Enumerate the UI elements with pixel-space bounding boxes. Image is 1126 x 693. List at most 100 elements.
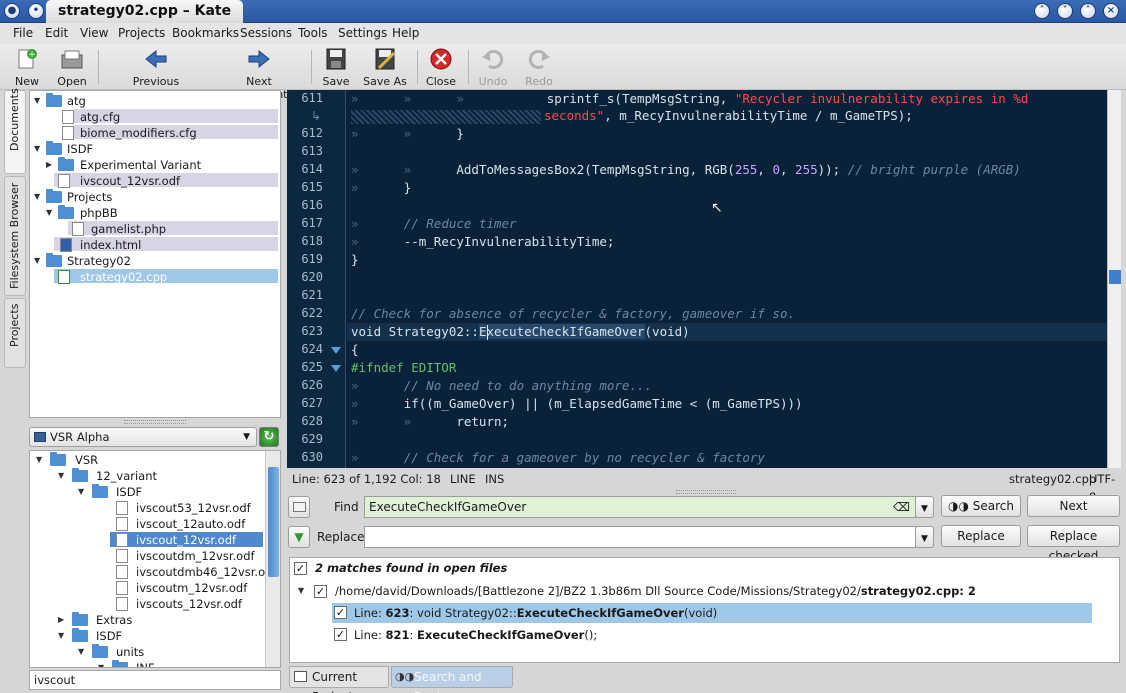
- collapse-arrow-icon[interactable]: ▶: [46, 157, 52, 173]
- save-button[interactable]: Save: [320, 48, 352, 88]
- fs-scrollbar[interactable]: [265, 451, 280, 667]
- next-button[interactable]: Next: [1027, 495, 1120, 517]
- new-button[interactable]: + New: [12, 48, 42, 88]
- window-keep-above-button[interactable]: ˄: [1034, 3, 1050, 19]
- save-as-button[interactable]: Save As: [362, 48, 408, 88]
- file-result-checkbox[interactable]: ✓: [314, 585, 327, 598]
- search-button[interactable]: ◑◑ Search: [941, 495, 1021, 517]
- fold-marker-icon[interactable]: [331, 347, 341, 354]
- collapse-arrow-icon[interactable]: ▼: [298, 586, 304, 595]
- tree-item[interactable]: ▼ ISDF: [30, 141, 280, 157]
- clear-text-icon[interactable]: ⌫: [893, 497, 910, 517]
- tab-search-and-replace[interactable]: ◑◑ Search and Replace: [391, 666, 513, 693]
- tree-item[interactable]: ▼ atg: [30, 93, 280, 109]
- editor-scrollbar-thumb[interactable]: [1109, 270, 1121, 284]
- tree-item[interactable]: strategy02.cpp: [30, 269, 280, 285]
- fs-item[interactable]: ▶ Extras: [30, 612, 264, 628]
- tree-item[interactable]: ▼ Projects: [30, 189, 280, 205]
- replace-input[interactable]: [364, 526, 916, 548]
- undo-button[interactable]: Undo: [476, 48, 510, 88]
- menu-tools[interactable]: Tools: [298, 26, 328, 40]
- fs-item[interactable]: ivscout_12auto.odf: [30, 516, 264, 532]
- window-minimize-button[interactable]: ˅: [1057, 3, 1073, 19]
- fold-marker-icon[interactable]: [331, 365, 341, 372]
- expand-arrow-icon[interactable]: ▼: [36, 452, 42, 468]
- tab-documents[interactable]: Documents: [4, 88, 26, 174]
- results-checkbox[interactable]: ✓: [294, 562, 307, 575]
- expand-arrow-icon[interactable]: ▼: [98, 660, 104, 667]
- menu-view[interactable]: View: [80, 26, 108, 40]
- editor-scrollbar[interactable]: [1107, 90, 1121, 468]
- close-button[interactable]: Close: [424, 48, 458, 88]
- search-options-button[interactable]: [288, 496, 310, 518]
- expand-replace-button[interactable]: ▼: [288, 526, 310, 548]
- tree-item[interactable]: index.html: [30, 237, 280, 253]
- tree-item[interactable]: ivscout_12vsr.odf: [30, 173, 280, 189]
- fs-item[interactable]: ▼ VSR: [30, 452, 264, 468]
- tree-item[interactable]: ▼ phpBB: [30, 205, 280, 221]
- replace-history-dropdown[interactable]: ▼: [915, 526, 934, 548]
- expand-arrow-icon[interactable]: ▼: [46, 205, 52, 221]
- find-input[interactable]: ExecuteCheckIfGameOver ⌫: [364, 496, 916, 518]
- fs-item[interactable]: ivscoutm_12vsr.odf: [30, 580, 264, 596]
- redo-button[interactable]: Redo: [522, 48, 556, 88]
- fs-item[interactable]: ivscout_12vsr.odf: [30, 532, 264, 548]
- expand-arrow-icon[interactable]: ▼: [34, 253, 40, 269]
- expand-arrow-icon[interactable]: ▼: [58, 468, 64, 484]
- fs-item[interactable]: ▼ ISDF: [30, 628, 264, 644]
- menu-bookmarks[interactable]: Bookmarks: [172, 26, 239, 40]
- collapse-arrow-icon[interactable]: ▶: [58, 612, 64, 628]
- expand-arrow-icon[interactable]: ▼: [34, 93, 40, 109]
- expand-arrow-icon[interactable]: ▼: [34, 189, 40, 205]
- fs-location-select[interactable]: VSR Alpha ▼: [29, 427, 257, 447]
- menu-file[interactable]: File: [13, 26, 33, 40]
- menu-projects[interactable]: Projects: [118, 26, 165, 40]
- fs-filter-input[interactable]: ivscout: [29, 670, 281, 690]
- fs-item[interactable]: ivscouts_12vsr.odf: [30, 596, 264, 612]
- menu-settings[interactable]: Settings: [338, 26, 387, 40]
- panel-splitter[interactable]: [676, 490, 736, 494]
- menu-sessions[interactable]: Sessions: [240, 26, 292, 40]
- window-menu-button[interactable]: ●: [4, 3, 20, 19]
- fs-scrollbar-thumb[interactable]: [268, 467, 279, 577]
- insert-mode[interactable]: INS: [485, 470, 504, 488]
- replace-checked-button[interactable]: Replace checked: [1027, 525, 1120, 563]
- window-close-button[interactable]: ×: [1103, 3, 1119, 19]
- replace-button[interactable]: Replace: [941, 525, 1021, 547]
- tab-current-project[interactable]: Current Project: [289, 666, 389, 693]
- tree-item[interactable]: atg.cfg: [30, 109, 280, 125]
- match-checkbox[interactable]: ✓: [334, 628, 347, 641]
- tree-item[interactable]: biome_modifiers.cfg: [30, 125, 280, 141]
- expand-arrow-icon[interactable]: ▼: [78, 644, 84, 660]
- expand-arrow-icon[interactable]: ▼: [34, 141, 40, 157]
- match-result[interactable]: Line: 623: void Strategy02::ExecuteCheck…: [354, 606, 717, 620]
- menu-edit[interactable]: Edit: [45, 26, 68, 40]
- code-editor[interactable]: 611 ↳ 612 613 614 615 616 617 618 619 62…: [287, 90, 1121, 468]
- folder-icon: [46, 253, 62, 267]
- fs-item[interactable]: ▼ 12_variant: [30, 468, 264, 484]
- tab-filesystem-browser[interactable]: Filesystem Browser: [4, 176, 26, 296]
- tree-item[interactable]: ▼ Strategy02: [30, 253, 280, 269]
- tab-projects[interactable]: Projects: [4, 298, 26, 368]
- find-history-dropdown[interactable]: ▼: [915, 496, 934, 518]
- window-maximize-button[interactable]: ˄: [1080, 3, 1096, 19]
- open-button[interactable]: Open: [56, 48, 88, 88]
- file-result[interactable]: /home/david/Downloads/[Battlezone 2]/BZ2…: [335, 584, 976, 598]
- sidebar-splitter[interactable]: [124, 420, 186, 424]
- fs-item[interactable]: ▼ ISDF: [30, 484, 264, 500]
- fs-item[interactable]: ivscoutdmb46_12vsr.odf: [30, 564, 276, 580]
- fs-item[interactable]: ivscout53_12vsr.odf: [30, 500, 264, 516]
- fs-reload-button[interactable]: ↻: [259, 427, 279, 447]
- fs-item[interactable]: ivscoutdm_12vsr.odf: [30, 548, 264, 564]
- fs-item[interactable]: ▼ INF: [30, 660, 264, 667]
- selection-mode[interactable]: LINE: [450, 470, 476, 488]
- menu-help[interactable]: Help: [392, 26, 419, 40]
- expand-arrow-icon[interactable]: ▼: [58, 628, 64, 644]
- match-checkbox[interactable]: ✓: [334, 606, 347, 619]
- tree-item[interactable]: ▶ Experimental Variant: [30, 157, 280, 173]
- tree-item[interactable]: gamelist.php: [30, 221, 280, 237]
- fs-item[interactable]: ▼ units: [30, 644, 264, 660]
- window-pin-button[interactable]: •: [28, 3, 44, 19]
- match-result[interactable]: Line: 821: ExecuteCheckIfGameOver();: [354, 628, 597, 642]
- expand-arrow-icon[interactable]: ▼: [78, 484, 84, 500]
